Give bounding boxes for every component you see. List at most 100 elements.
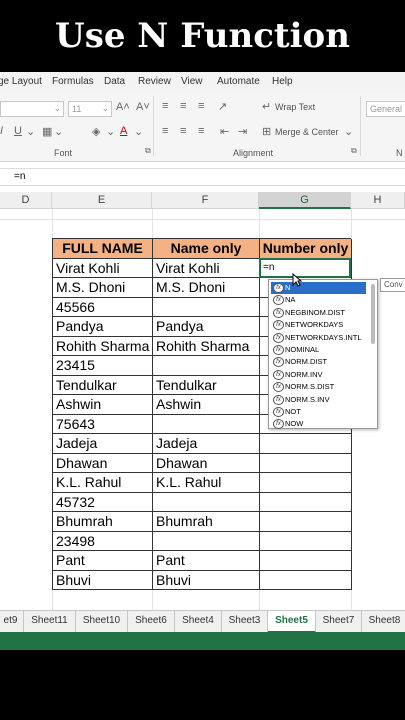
chevron-down-icon[interactable]: ⌄ <box>344 125 353 138</box>
tab-sheet11[interactable]: Sheet11 <box>24 611 76 633</box>
cell-name-only[interactable]: Jadeja <box>153 434 260 454</box>
cell-name-only[interactable]: K.L. Rahul <box>153 473 260 493</box>
merge-center-button[interactable]: Merge & Center <box>275 127 339 137</box>
align-right-icon[interactable]: ≡ <box>198 125 204 137</box>
autocomplete-item[interactable]: fx NEGBINOM.DIST <box>271 307 366 319</box>
align-center-icon[interactable]: ≡ <box>180 125 186 137</box>
header-number-only[interactable]: Number only <box>260 239 352 259</box>
menu-automate[interactable]: Automate <box>217 76 260 87</box>
col-header-e[interactable]: E <box>52 192 152 209</box>
chevron-down-icon[interactable]: ⌄ <box>106 125 115 138</box>
col-header-h[interactable]: H <box>351 192 405 209</box>
cell-name-only[interactable] <box>153 531 260 551</box>
autocomplete-item[interactable]: fx N <box>271 282 366 295</box>
autocomplete-item[interactable]: fx NA <box>271 294 366 306</box>
cell-name-only[interactable]: Rohith Sharma <box>153 336 260 356</box>
align-left-icon[interactable]: ≡ <box>162 125 168 137</box>
cell-full-name[interactable]: Tendulkar <box>53 375 153 395</box>
cell-name-only[interactable]: M.S. Dhoni <box>153 278 260 298</box>
tab-sheet7[interactable]: Sheet7 <box>316 611 362 633</box>
cell-name-only[interactable] <box>153 492 260 512</box>
header-full-name[interactable]: FULL NAME <box>53 239 153 259</box>
cell-number-only[interactable] <box>260 492 352 512</box>
menu-help[interactable]: Help <box>272 76 293 87</box>
cell-full-name[interactable]: Bhuvi <box>53 570 153 590</box>
autocomplete-item[interactable]: fx NOMINAL <box>271 344 366 356</box>
tab-sheet10[interactable]: Sheet10 <box>76 611 128 633</box>
cell-full-name[interactable]: 23498 <box>53 531 153 551</box>
cell-name-only[interactable] <box>153 414 260 434</box>
tab-sheet9[interactable]: et9 <box>0 611 24 633</box>
increase-indent-icon[interactable]: ⇥ <box>238 125 247 138</box>
menu-page-layout[interactable]: ge Layout <box>0 76 42 87</box>
cell-name-only[interactable]: Pant <box>153 551 260 571</box>
italic-icon[interactable]: I <box>0 125 3 137</box>
autocomplete-item[interactable]: fx NORM.S.DIST <box>271 381 366 393</box>
align-bottom-icon[interactable]: ≡ <box>198 100 204 112</box>
cell-full-name[interactable]: 23415 <box>53 356 153 376</box>
cell-full-name[interactable]: Bhumrah <box>53 512 153 532</box>
font-size-dropdown[interactable]: 11 ⌄ <box>68 101 112 117</box>
orientation-icon[interactable]: ↗ <box>218 100 227 113</box>
cell-number-only[interactable] <box>260 473 352 493</box>
dialog-launcher-icon[interactable]: ⧉ <box>351 146 357 156</box>
col-header-f[interactable]: F <box>152 192 259 209</box>
menu-data[interactable]: Data <box>104 76 125 87</box>
cell-name-only[interactable]: Pandya <box>153 317 260 337</box>
chevron-down-icon[interactable]: ⌄ <box>54 125 63 138</box>
cell-number-only[interactable] <box>260 453 352 473</box>
font-name-dropdown[interactable]: ⌄ <box>0 101 64 117</box>
col-header-d[interactable]: D <box>0 192 52 209</box>
font-color-icon[interactable]: A <box>120 125 127 137</box>
formula-bar[interactable]: =n <box>0 168 405 186</box>
chevron-down-icon[interactable]: ⌄ <box>26 125 35 138</box>
align-top-icon[interactable]: ≡ <box>162 100 168 112</box>
cell-name-only[interactable]: Bhumrah <box>153 512 260 532</box>
increase-font-icon[interactable]: A˄ <box>116 101 130 113</box>
cell-name-only[interactable]: Dhawan <box>153 453 260 473</box>
wrap-text-button[interactable]: Wrap Text <box>275 102 315 112</box>
cell-name-only[interactable]: Ashwin <box>153 395 260 415</box>
cell-name-only[interactable] <box>153 297 260 317</box>
decrease-font-icon[interactable]: A˅ <box>136 101 150 113</box>
number-format-dropdown[interactable]: General <box>366 101 405 117</box>
decrease-indent-icon[interactable]: ⇤ <box>220 125 229 138</box>
cell-number-only[interactable] <box>260 512 352 532</box>
tab-sheet4[interactable]: Sheet4 <box>175 611 222 633</box>
cell-number-only[interactable] <box>260 434 352 454</box>
cell-number-only[interactable] <box>260 570 352 590</box>
fill-color-icon[interactable]: ◈ <box>92 125 100 138</box>
autocomplete-item[interactable]: fx NETWORKDAYS <box>271 319 366 331</box>
cell-full-name[interactable]: Jadeja <box>53 434 153 454</box>
header-name-only[interactable]: Name only <box>153 239 260 259</box>
align-middle-icon[interactable]: ≡ <box>180 100 186 112</box>
cell-full-name[interactable]: Pant <box>53 551 153 571</box>
cell-full-name[interactable]: Rohith Sharma <box>53 336 153 356</box>
cell-number-only[interactable] <box>260 531 352 551</box>
cell-name-only[interactable]: Bhuvi <box>153 570 260 590</box>
merge-icon[interactable]: ⊞ <box>262 125 271 138</box>
cell-full-name[interactable]: 45566 <box>53 297 153 317</box>
cell-full-name[interactable]: 75643 <box>53 414 153 434</box>
cell-full-name[interactable]: Pandya <box>53 317 153 337</box>
dialog-launcher-icon[interactable]: ⧉ <box>145 146 151 156</box>
cell-name-only[interactable]: Tendulkar <box>153 375 260 395</box>
wrap-text-icon[interactable]: ↵ <box>262 100 271 113</box>
autocomplete-item[interactable]: fx NOT <box>271 406 366 418</box>
autocomplete-item[interactable]: fx NOW <box>271 418 366 430</box>
autocomplete-item[interactable]: fx NORM.S.INV <box>271 394 366 406</box>
autocomplete-scrollbar[interactable] <box>371 284 375 344</box>
menu-formulas[interactable]: Formulas <box>52 76 94 87</box>
col-header-g[interactable]: G <box>259 192 351 209</box>
tab-sheet3[interactable]: Sheet3 <box>222 611 268 633</box>
tab-sheet5[interactable]: Sheet5 <box>268 611 316 633</box>
chevron-down-icon[interactable]: ⌄ <box>134 125 143 138</box>
cell-full-name[interactable]: M.S. Dhoni <box>53 278 153 298</box>
borders-icon[interactable]: ▦ <box>42 125 52 138</box>
autocomplete-item[interactable]: fx NORM.INV <box>271 369 366 381</box>
cell-full-name[interactable]: Virat Kohli <box>53 258 153 278</box>
tab-sheet6[interactable]: Sheet6 <box>128 611 175 633</box>
menu-review[interactable]: Review <box>138 76 171 87</box>
cell-name-only[interactable]: Virat Kohli <box>153 258 260 278</box>
cell-name-only[interactable] <box>153 356 260 376</box>
